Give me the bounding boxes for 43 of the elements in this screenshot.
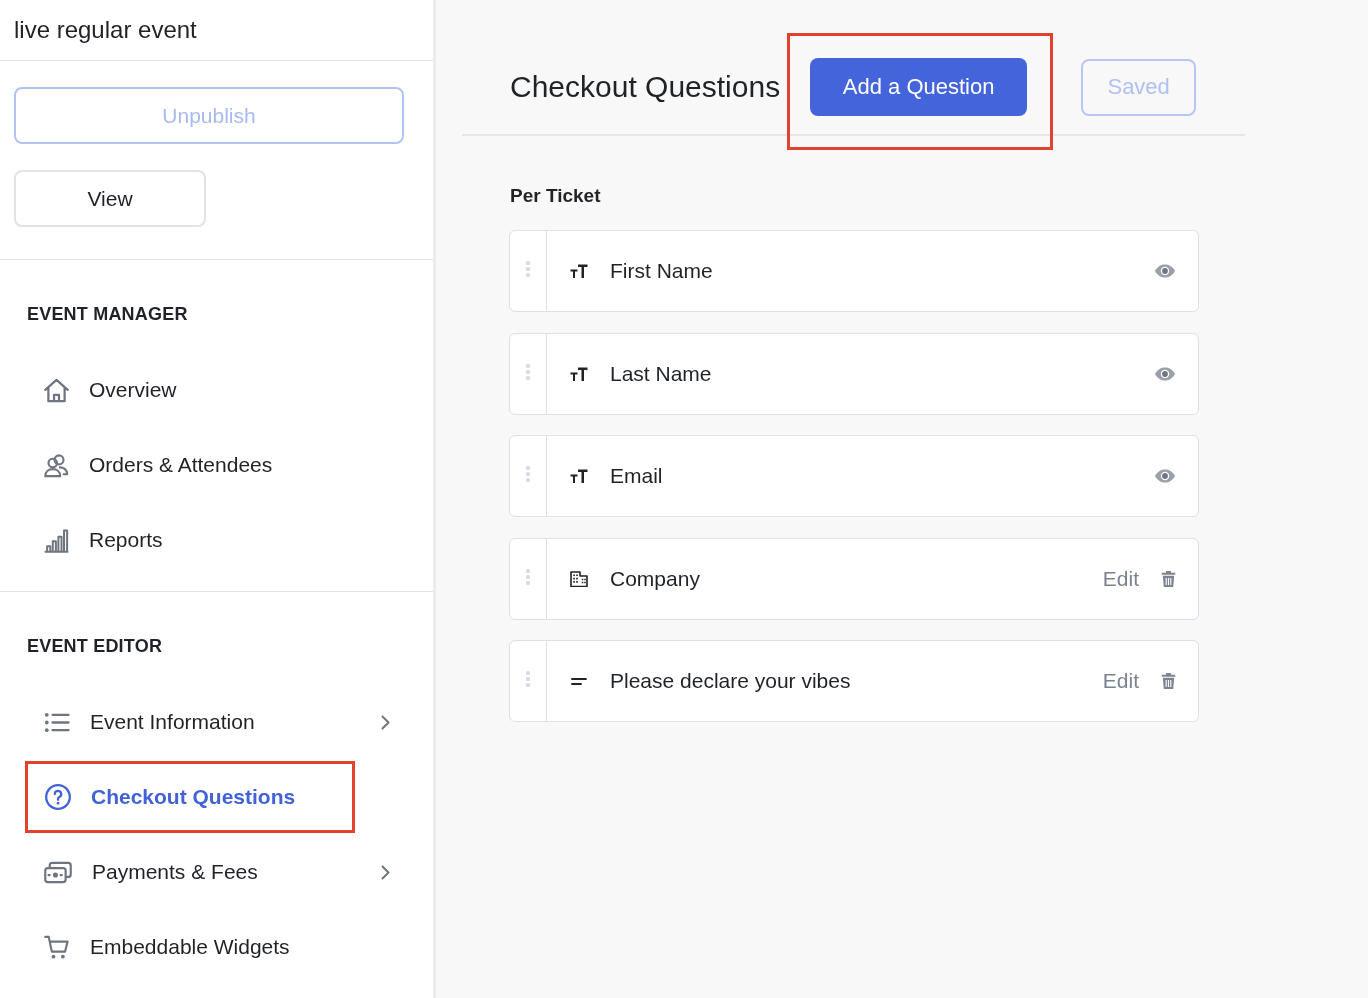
cart-icon	[44, 934, 70, 960]
sidebar-item[interactable]: Embeddable Widgets	[27, 928, 390, 966]
text-size-icon	[570, 264, 588, 278]
section-heading: EVENT MANAGER	[27, 303, 189, 325]
group-heading: Per Ticket	[510, 185, 601, 207]
add-question-button[interactable]: Add a Question	[810, 58, 1028, 116]
sidebar-item[interactable]: Payments & Fees	[27, 853, 390, 891]
event-title: live regular event	[14, 16, 197, 44]
people-icon	[44, 452, 69, 478]
eye-icon[interactable]	[1154, 469, 1176, 483]
list-icon	[44, 710, 70, 734]
cash-icon	[44, 860, 72, 884]
text-size-icon	[570, 469, 588, 483]
short-text-icon	[571, 677, 587, 685]
sidebar-item[interactable]: Reports	[27, 521, 390, 559]
drag-handle-icon[interactable]	[526, 466, 530, 482]
eye-icon[interactable]	[1154, 264, 1176, 278]
drag-handle-icon[interactable]	[526, 568, 530, 585]
question-label: Please declare your vibes	[610, 669, 851, 693]
drag-handle-icon[interactable]	[526, 671, 530, 687]
sidebar-item[interactable]: Event Information	[27, 703, 390, 741]
question-label: Company	[610, 566, 700, 591]
bar-chart-icon	[44, 527, 69, 553]
home-icon	[44, 377, 69, 403]
question-label: Email	[610, 464, 663, 488]
trash-icon[interactable]	[1161, 672, 1176, 690]
building-icon	[570, 570, 588, 587]
edit-link[interactable]: Edit	[1102, 566, 1139, 591]
view-button[interactable]: View	[14, 170, 206, 227]
text-size-icon	[570, 366, 588, 381]
sidebar-item[interactable]: Orders & Attendees	[27, 446, 390, 484]
edit-link[interactable]: Edit	[1102, 669, 1139, 693]
sidebar-item[interactable]: Checkout Questions	[28, 778, 352, 816]
eye-icon[interactable]	[1154, 366, 1176, 381]
page-title: Checkout Questions	[510, 69, 781, 105]
drag-handle-icon[interactable]	[526, 363, 530, 380]
question-label: First Name	[610, 259, 713, 283]
section-heading: EVENT EDITOR	[27, 635, 164, 657]
question-label: Last Name	[610, 361, 712, 386]
question-circle-icon	[45, 784, 71, 810]
drag-handle-icon[interactable]	[526, 261, 530, 277]
trash-icon[interactable]	[1161, 569, 1176, 588]
sidebar-item[interactable]: Overview	[27, 371, 390, 409]
